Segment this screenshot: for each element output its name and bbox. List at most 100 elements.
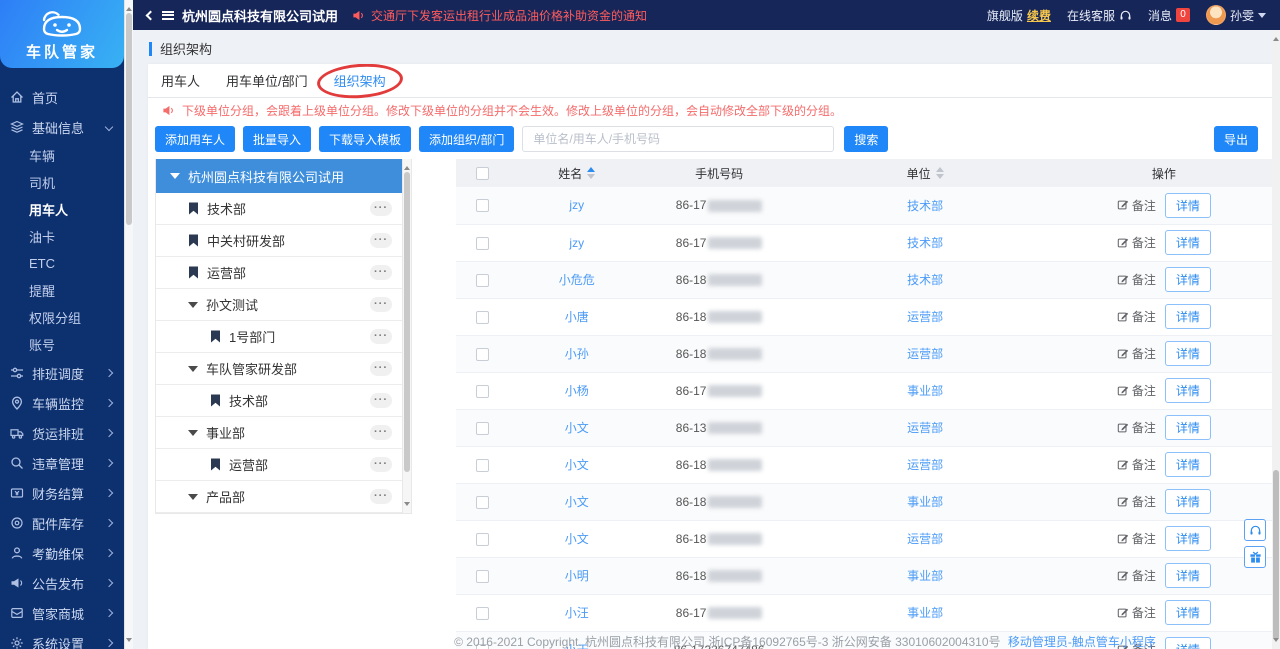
- row-checkbox[interactable]: [476, 310, 490, 324]
- sidebar-item-basic-info[interactable]: 基础信息: [0, 112, 124, 142]
- sidebar-module-item[interactable]: 车辆监控: [0, 388, 124, 418]
- sidebar-module-item[interactable]: 系统设置: [0, 628, 124, 649]
- messages[interactable]: 消息 0: [1148, 7, 1190, 24]
- unit-link[interactable]: 运营部: [907, 421, 943, 435]
- scroll-down-arrow[interactable]: [404, 502, 410, 509]
- org-tree-root[interactable]: 杭州圆点科技有限公司试用: [156, 159, 411, 193]
- tab[interactable]: 用车人: [161, 71, 200, 90]
- sidebar-subitem[interactable]: 用车人: [0, 196, 124, 223]
- unit-link[interactable]: 技术部: [907, 199, 943, 213]
- sidebar-subitem[interactable]: 司机: [0, 169, 124, 196]
- tree-node[interactable]: 1号部门: [156, 321, 402, 353]
- remark-action[interactable]: 备注: [1117, 308, 1156, 325]
- node-more-button[interactable]: [370, 297, 392, 312]
- user-name-link[interactable]: 小明: [565, 569, 589, 583]
- node-more-button[interactable]: [370, 457, 392, 472]
- detail-button[interactable]: 详情: [1164, 526, 1211, 551]
- remark-action[interactable]: 备注: [1117, 604, 1156, 621]
- node-more-button[interactable]: [370, 393, 392, 408]
- gift-button[interactable]: [1244, 546, 1266, 568]
- scroll-up-arrow[interactable]: [1273, 34, 1279, 41]
- remark-action[interactable]: 备注: [1117, 419, 1156, 436]
- node-more-button[interactable]: [370, 201, 392, 216]
- scroll-down-arrow[interactable]: [1273, 638, 1279, 645]
- tree-node[interactable]: 中关村研发部: [156, 225, 402, 257]
- detail-button[interactable]: 详情: [1164, 452, 1211, 477]
- tree-node[interactable]: 运营部: [156, 257, 402, 289]
- node-more-button[interactable]: [370, 233, 392, 248]
- unit-link[interactable]: 事业部: [907, 569, 943, 583]
- user-name-link[interactable]: 小杨: [565, 384, 589, 398]
- sidebar-module-item[interactable]: 管家商城: [0, 598, 124, 628]
- row-checkbox[interactable]: [476, 532, 490, 546]
- batch-import-button[interactable]: 批量导入: [243, 126, 312, 152]
- node-more-button[interactable]: [370, 361, 392, 376]
- row-checkbox[interactable]: [476, 569, 490, 583]
- tree-node[interactable]: 孙文测试: [156, 289, 402, 321]
- detail-button[interactable]: 详情: [1164, 378, 1211, 403]
- tree-scrollbar[interactable]: [402, 159, 411, 513]
- remark-action[interactable]: 备注: [1117, 493, 1156, 510]
- menu-list-icon[interactable]: [162, 10, 174, 20]
- sidebar-scrollbar[interactable]: [124, 0, 133, 649]
- remark-action[interactable]: 备注: [1117, 197, 1156, 214]
- page-scrollbar-thumb[interactable]: [1273, 470, 1279, 640]
- user-name-link[interactable]: 小危危: [559, 273, 595, 287]
- unit-link[interactable]: 运营部: [907, 310, 943, 324]
- detail-button[interactable]: 详情: [1164, 341, 1211, 366]
- add-user-button[interactable]: 添加用车人: [155, 126, 236, 152]
- sidebar-module-item[interactable]: 公告发布: [0, 568, 124, 598]
- unit-link[interactable]: 运营部: [907, 458, 943, 472]
- export-button[interactable]: 导出: [1213, 126, 1258, 152]
- select-all-checkbox[interactable]: [476, 167, 490, 181]
- row-checkbox[interactable]: [476, 606, 490, 620]
- user-name-link[interactable]: 小孙: [565, 347, 589, 361]
- unit-link[interactable]: 事业部: [907, 495, 943, 509]
- tab[interactable]: 组织架构: [334, 71, 386, 90]
- remark-action[interactable]: 备注: [1117, 530, 1156, 547]
- tree-scrollbar-thumb[interactable]: [404, 172, 410, 472]
- back-icon[interactable]: [145, 10, 156, 20]
- tree-node[interactable]: 运营部: [156, 449, 402, 481]
- scroll-up-arrow[interactable]: [404, 163, 410, 170]
- scroll-up-arrow[interactable]: [126, 4, 132, 11]
- sidebar-subitem[interactable]: 提醒: [0, 277, 124, 304]
- user-name-link[interactable]: jzy: [569, 198, 584, 212]
- sidebar-subitem[interactable]: ETC: [0, 250, 124, 277]
- detail-button[interactable]: 详情: [1164, 192, 1211, 218]
- row-checkbox[interactable]: [476, 199, 490, 213]
- node-more-button[interactable]: [370, 425, 392, 440]
- detail-button[interactable]: 详情: [1164, 267, 1211, 292]
- detail-button[interactable]: 详情: [1164, 489, 1211, 514]
- announcement[interactable]: 交通厅下发客运出租行业成品油价格补助资金的通知: [352, 7, 647, 24]
- row-checkbox[interactable]: [476, 347, 490, 361]
- sidebar-item-home[interactable]: 首页: [0, 82, 124, 112]
- user-name-link[interactable]: jzy: [569, 236, 584, 250]
- remark-action[interactable]: 备注: [1117, 234, 1156, 251]
- sidebar-module-item[interactable]: 财务结算: [0, 478, 124, 508]
- user-name-link[interactable]: 小汪: [565, 606, 589, 620]
- unit-link[interactable]: 技术部: [907, 273, 943, 287]
- node-more-button[interactable]: [370, 489, 392, 504]
- user-name-link[interactable]: 小文: [565, 458, 589, 472]
- sidebar-scrollbar-thumb[interactable]: [126, 13, 132, 225]
- search-input[interactable]: [522, 126, 835, 152]
- tree-node[interactable]: 车队管家研发部: [156, 353, 402, 385]
- customer-service-button[interactable]: [1244, 519, 1266, 541]
- renew-link[interactable]: 续费: [1027, 7, 1051, 24]
- detail-button[interactable]: 详情: [1164, 230, 1211, 255]
- sidebar-module-item[interactable]: 排班调度: [0, 358, 124, 388]
- detail-button[interactable]: 详情: [1164, 304, 1211, 329]
- sidebar-subitem[interactable]: 油卡: [0, 223, 124, 250]
- remark-action[interactable]: 备注: [1117, 567, 1156, 584]
- detail-button[interactable]: 详情: [1164, 563, 1211, 588]
- row-checkbox[interactable]: [476, 421, 490, 435]
- unit-link[interactable]: 技术部: [907, 236, 943, 250]
- sidebar-module-item[interactable]: 考勤维保: [0, 538, 124, 568]
- user-name-link[interactable]: 小文: [565, 421, 589, 435]
- sidebar-module-item[interactable]: 货运排班: [0, 418, 124, 448]
- tree-node[interactable]: 技术部: [156, 193, 402, 225]
- detail-button[interactable]: 详情: [1164, 415, 1211, 440]
- row-checkbox[interactable]: [476, 236, 490, 250]
- user-name-link[interactable]: 小文: [565, 495, 589, 509]
